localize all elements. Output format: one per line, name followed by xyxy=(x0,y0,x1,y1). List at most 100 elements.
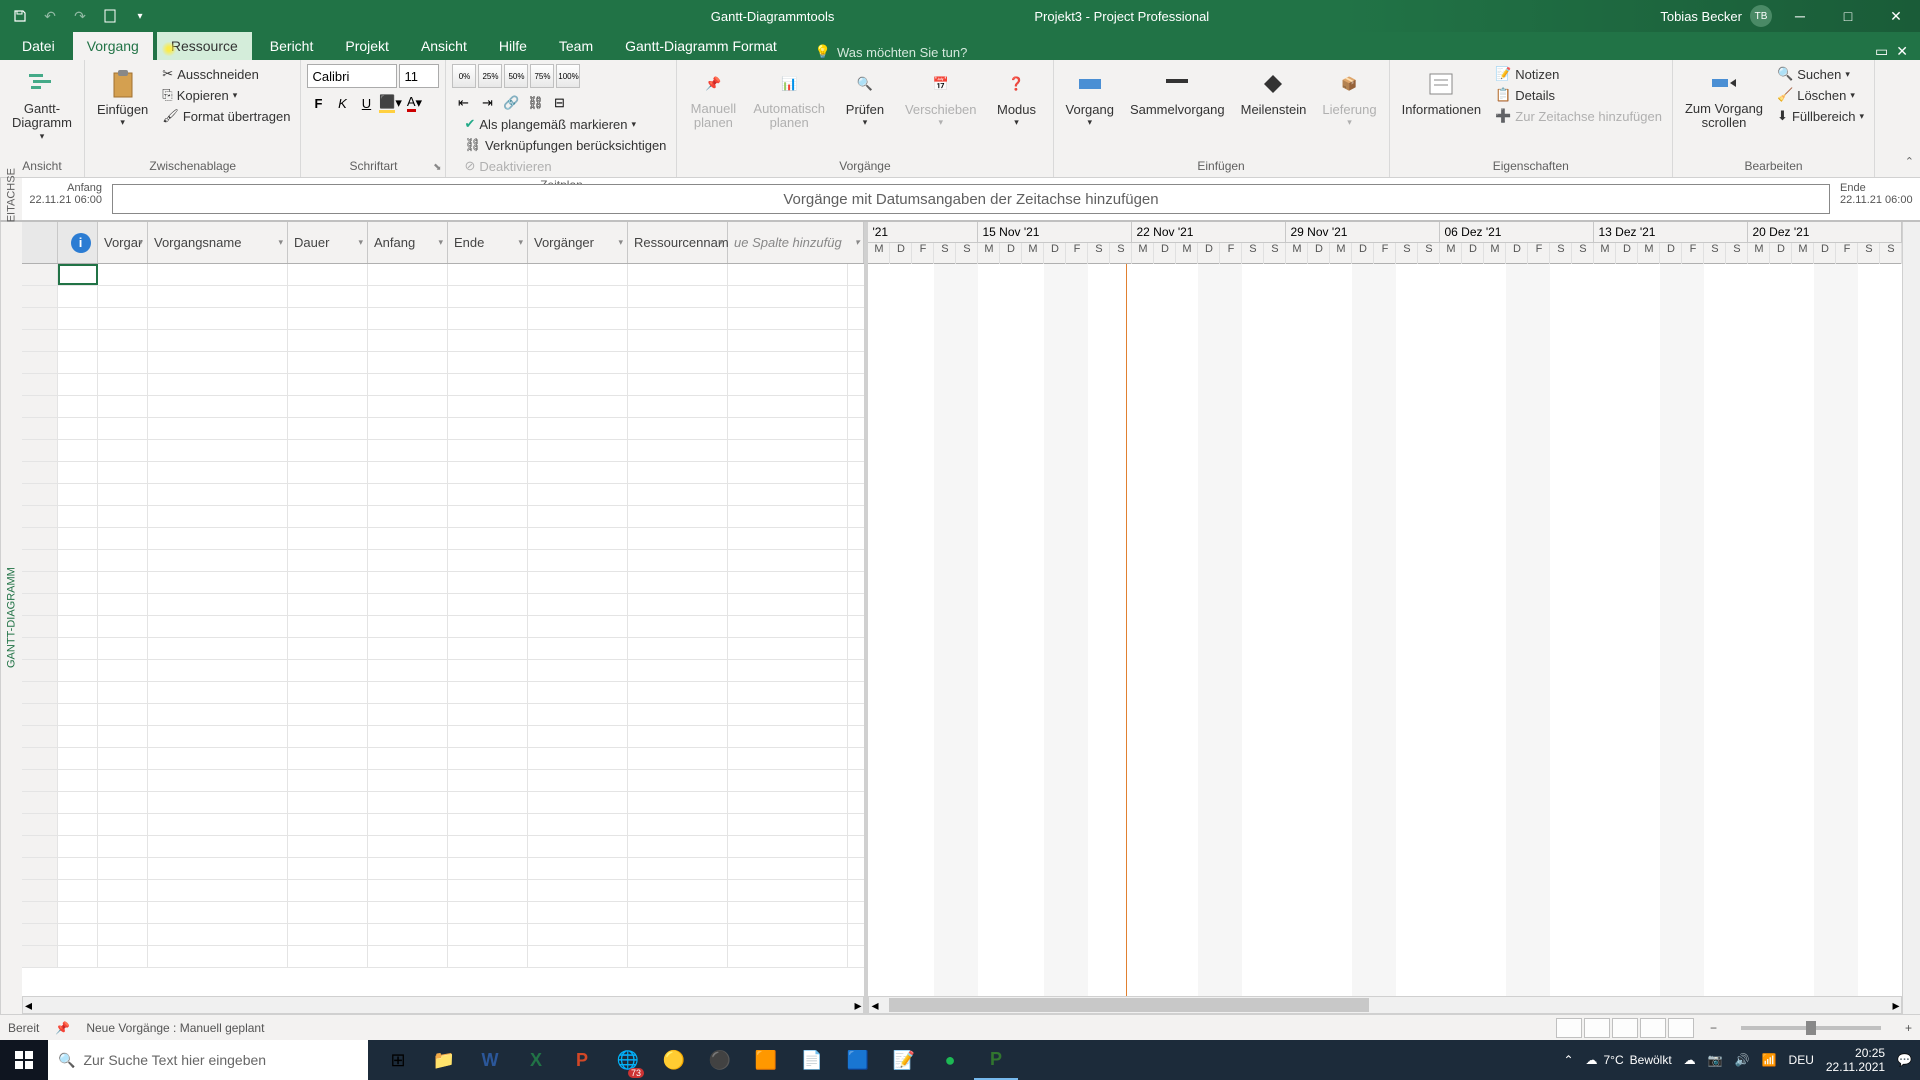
view-vertical-label[interactable]: GANTT-DIAGRAMM xyxy=(0,222,22,1014)
scroll-to-task-button[interactable]: Zum Vorgang scrollen xyxy=(1679,64,1769,135)
start-button[interactable] xyxy=(0,1040,48,1080)
language-indicator[interactable]: DEU xyxy=(1789,1053,1814,1067)
ribbon-display-options-icon[interactable]: ▭ xyxy=(1875,43,1888,60)
col-res[interactable]: Ressourcennam▾ xyxy=(628,222,728,263)
notes-button[interactable]: 📝Notizen xyxy=(1491,64,1666,84)
view-sheet-icon[interactable] xyxy=(1640,1018,1666,1038)
table-row[interactable] xyxy=(22,616,864,638)
view-team-icon[interactable] xyxy=(1612,1018,1638,1038)
clear-button[interactable]: 🧹Löschen ▾ xyxy=(1773,85,1868,105)
spotify-icon[interactable]: ● xyxy=(928,1040,972,1080)
table-row[interactable] xyxy=(22,264,864,286)
mark-on-track-button[interactable]: ✔Als plangemäß markieren ▾ xyxy=(460,114,670,134)
zoom-out-button[interactable]: − xyxy=(1710,1021,1717,1035)
volume-icon[interactable]: 🔊 xyxy=(1735,1053,1750,1067)
col-mode[interactable]: Vorgar▾ xyxy=(98,222,148,263)
find-button[interactable]: 🔍Suchen ▾ xyxy=(1773,64,1868,84)
table-row[interactable] xyxy=(22,858,864,880)
table-row[interactable] xyxy=(22,484,864,506)
cut-button[interactable]: ✂Ausschneiden xyxy=(158,64,294,84)
insert-milestone-button[interactable]: Meilenstein xyxy=(1235,64,1313,121)
zoom-slider[interactable] xyxy=(1741,1026,1881,1030)
save-icon[interactable] xyxy=(8,4,32,28)
table-row[interactable] xyxy=(22,704,864,726)
taskview-icon[interactable]: ⊞ xyxy=(376,1040,420,1080)
move-button[interactable]: 📅Verschieben▾ xyxy=(899,64,983,132)
onedrive-icon[interactable]: ☁ xyxy=(1684,1053,1696,1067)
collapse-ribbon-icon[interactable]: ⌃ xyxy=(1905,155,1914,168)
font-dialog-launcher-icon[interactable]: ⬊ xyxy=(433,162,441,173)
select-all-corner[interactable] xyxy=(22,222,58,263)
table-row[interactable] xyxy=(22,506,864,528)
col-duration[interactable]: Dauer▾ xyxy=(288,222,368,263)
table-row[interactable] xyxy=(22,946,864,968)
table-row[interactable] xyxy=(22,572,864,594)
qat-dropdown-icon[interactable]: ▾ xyxy=(128,4,152,28)
status-new-tasks[interactable]: Neue Vorgänge : Manuell geplant xyxy=(86,1021,264,1035)
font-size-select[interactable] xyxy=(399,64,439,88)
notepad-icon[interactable]: 📝 xyxy=(882,1040,926,1080)
undo-icon[interactable]: ↶ xyxy=(38,4,62,28)
project-icon[interactable]: P xyxy=(974,1040,1018,1080)
mode-button[interactable]: ❓Modus▾ xyxy=(987,64,1047,132)
close-button[interactable]: ✕ xyxy=(1876,2,1916,30)
pct-0-button[interactable]: 0% xyxy=(452,64,476,88)
close-doc-icon[interactable]: ✕ xyxy=(1896,43,1908,60)
col-name[interactable]: Vorgangsname▾ xyxy=(148,222,288,263)
timescale-header[interactable]: '2115 Nov '2122 Nov '2129 Nov '2106 Dez … xyxy=(868,222,1902,264)
add-to-timeline-button[interactable]: ➕Zur Zeitachse hinzufügen xyxy=(1491,106,1666,126)
table-row[interactable] xyxy=(22,770,864,792)
vscroll[interactable] xyxy=(1902,222,1920,1014)
zoom-in-button[interactable]: + xyxy=(1905,1021,1912,1035)
maximize-button[interactable]: □ xyxy=(1828,2,1868,30)
font-name-select[interactable] xyxy=(307,64,397,88)
edge2-icon[interactable]: 🟦 xyxy=(836,1040,880,1080)
user-name[interactable]: Tobias Becker xyxy=(1660,9,1742,24)
app2-icon[interactable]: 📄 xyxy=(790,1040,834,1080)
tab-team[interactable]: Team xyxy=(545,32,607,60)
italic-button[interactable]: K xyxy=(331,92,353,114)
table-row[interactable] xyxy=(22,440,864,462)
fill-button[interactable]: ⬇Füllbereich ▾ xyxy=(1773,106,1868,126)
table-row[interactable] xyxy=(22,638,864,660)
information-button[interactable]: Informationen xyxy=(1396,64,1488,121)
table-row[interactable] xyxy=(22,682,864,704)
edge-icon[interactable]: 🌐73 xyxy=(606,1040,650,1080)
table-row[interactable] xyxy=(22,396,864,418)
pct-75-button[interactable]: 75% xyxy=(530,64,554,88)
weather-widget[interactable]: ☁ 7°C Bewölkt xyxy=(1586,1053,1672,1067)
col-pred[interactable]: Vorgänger▾ xyxy=(528,222,628,263)
auto-schedule-button[interactable]: 📊Automatisch planen xyxy=(747,64,831,135)
taskbar-search[interactable]: 🔍Zur Suche Text hier eingeben xyxy=(48,1040,368,1080)
table-row[interactable] xyxy=(22,286,864,308)
respect-links-button[interactable]: ⛓Verknüpfungen berücksichtigen xyxy=(460,135,670,155)
table-row[interactable] xyxy=(22,836,864,858)
details-button[interactable]: 📋Details xyxy=(1491,85,1666,105)
copy-button[interactable]: ⎘Kopieren ▾ xyxy=(158,85,294,105)
table-row[interactable] xyxy=(22,594,864,616)
table-row[interactable] xyxy=(22,330,864,352)
unlink-button[interactable]: ⛓ xyxy=(524,92,546,114)
tab-task[interactable]: Vorgang xyxy=(73,32,153,60)
wifi-icon[interactable]: 📶 xyxy=(1762,1053,1777,1067)
table-row[interactable] xyxy=(22,528,864,550)
fill-color-button[interactable]: ⬛▾ xyxy=(379,92,401,114)
doc-icon[interactable] xyxy=(98,4,122,28)
notifications-icon[interactable]: 💬 xyxy=(1897,1053,1912,1067)
obs-icon[interactable]: ⚫ xyxy=(698,1040,742,1080)
minimize-button[interactable]: ─ xyxy=(1780,2,1820,30)
app-icon[interactable]: 🟧 xyxy=(744,1040,788,1080)
pct-100-button[interactable]: 100% xyxy=(556,64,580,88)
clock[interactable]: 20:25 22.11.2021 xyxy=(1826,1046,1885,1075)
table-row[interactable] xyxy=(22,418,864,440)
indent-button[interactable]: ⇥ xyxy=(476,92,498,114)
table-row[interactable] xyxy=(22,660,864,682)
pct-50-button[interactable]: 50% xyxy=(504,64,528,88)
table-row[interactable] xyxy=(22,748,864,770)
insert-deliverable-button[interactable]: 📦Lieferung▾ xyxy=(1316,64,1382,132)
table-row[interactable] xyxy=(22,550,864,572)
table-row[interactable] xyxy=(22,352,864,374)
redo-icon[interactable]: ↷ xyxy=(68,4,92,28)
insert-summary-button[interactable]: Sammelvorgang xyxy=(1124,64,1231,121)
table-row[interactable] xyxy=(22,726,864,748)
